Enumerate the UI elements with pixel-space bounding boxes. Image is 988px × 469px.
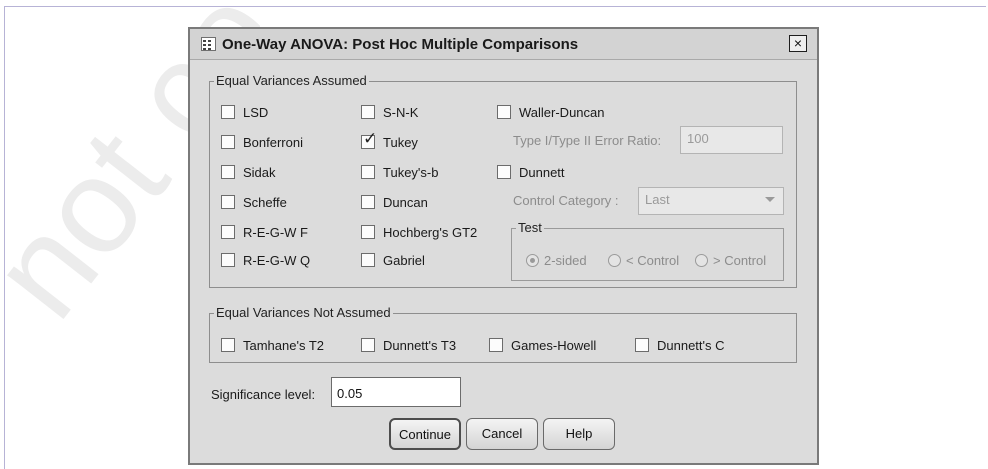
test-legend: Test [516,220,544,235]
checkbox-box[interactable] [361,253,375,267]
dunnetts-t3-checkbox[interactable]: Dunnett's T3 [361,338,481,354]
radio-label: < Control [626,253,680,268]
checkbox-box[interactable] [221,253,235,267]
checkbox-label: S-N-K [383,105,419,120]
significance-level-label: Significance level: [211,387,316,402]
checkbox-label: Tamhane's T2 [243,338,325,353]
radio-selected-dot [530,258,535,263]
regwq-checkbox[interactable]: R-E-G-W Q [221,253,331,269]
checkbox-label: Games-Howell [511,338,597,353]
checkbox-label: Waller-Duncan [519,105,605,120]
title-bar[interactable]: One-Way ANOVA: Post Hoc Multiple Compari… [190,29,817,60]
post-hoc-dialog: One-Way ANOVA: Post Hoc Multiple Compari… [188,27,819,465]
app-grid-icon [201,37,216,51]
checkbox-box[interactable] [635,338,649,352]
checkbox-box[interactable] [221,338,235,352]
checkbox-label: Duncan [383,195,428,210]
checkbox-label: Dunnett [519,165,565,180]
radio-button[interactable] [526,254,539,267]
checkbox-box[interactable] [221,195,235,209]
control-category-value: Last [645,192,670,207]
duncan-checkbox[interactable]: Duncan [361,195,491,211]
checkbox-label: Tukey's-b [383,165,439,180]
checkbox-box[interactable] [361,195,375,209]
checkbox-label: R-E-G-W F [243,225,308,240]
games-howell-checkbox[interactable]: Games-Howell [489,338,619,354]
close-button[interactable]: × [789,35,807,52]
radio-two-sided[interactable]: 2-sided [526,253,587,268]
dunnetts-c-checkbox[interactable]: Dunnett's C [635,338,755,354]
radio-button[interactable] [695,254,708,267]
checkbox-label: R-E-G-W Q [243,253,311,268]
checkbox-label: Scheffe [243,195,287,210]
cancel-button[interactable]: Cancel [466,418,538,450]
continue-button[interactable]: Continue [389,418,461,450]
significance-level-input[interactable]: 0.05 [331,377,461,407]
hochberg-gt2-checkbox[interactable]: Hochberg's GT2 [361,225,501,241]
checkbox-box[interactable] [221,135,235,149]
checkbox-label: Bonferroni [243,135,303,150]
gabriel-checkbox[interactable]: Gabriel [361,253,491,269]
checkmark-icon: ✓ [363,129,378,149]
sidak-checkbox[interactable]: Sidak [221,165,331,181]
checkbox-box[interactable] [361,105,375,119]
tukeys-b-checkbox[interactable]: Tukey's-b [361,165,491,181]
radio-less-than-control[interactable]: < Control [608,253,679,268]
error-ratio-field[interactable]: 100 [680,126,783,154]
checkbox-box[interactable] [361,165,375,179]
tamhanes-t2-checkbox[interactable]: Tamhane's T2 [221,338,351,354]
checkbox-label: Gabriel [383,253,425,268]
checkbox-box[interactable] [221,225,235,239]
checkbox-label: Dunnett's C [657,338,725,353]
checkbox-box[interactable] [361,225,375,239]
radio-label: > Control [713,253,767,268]
checkbox-label: Dunnett's T3 [383,338,457,353]
checkbox-label: Sidak [243,165,276,180]
dialog-title: One-Way ANOVA: Post Hoc Multiple Compari… [222,36,579,53]
checkbox-box[interactable] [221,165,235,179]
radio-button[interactable] [608,254,621,267]
control-category-label: Control Category : [513,193,619,208]
equal-variances-not-assumed-legend: Equal Variances Not Assumed [214,305,393,320]
checkbox-box[interactable] [497,165,511,179]
control-category-select[interactable]: Last [638,187,784,215]
regwf-checkbox[interactable]: R-E-G-W F [221,225,331,241]
dunnett-checkbox[interactable]: Dunnett [497,165,617,181]
checkbox-box[interactable] [361,338,375,352]
bonferroni-checkbox[interactable]: Bonferroni [221,135,331,151]
chevron-down-icon [765,197,775,202]
checkbox-label: Hochberg's GT2 [383,225,478,240]
error-ratio-label: Type I/Type II Error Ratio: [513,133,662,148]
waller-duncan-checkbox[interactable]: Waller-Duncan [497,105,637,121]
checkbox-box[interactable] [497,105,511,119]
checkbox-label: LSD [243,105,269,120]
help-button[interactable]: Help [543,418,615,450]
checkbox-box[interactable] [221,105,235,119]
checkbox-box[interactable]: ✓ [361,131,377,149]
checkbox-box[interactable] [489,338,503,352]
snk-checkbox[interactable]: S-N-K [361,105,491,121]
equal-variances-assumed-legend: Equal Variances Assumed [214,73,369,88]
checkbox-label: Tukey [383,135,418,150]
scheffe-checkbox[interactable]: Scheffe [221,195,331,211]
lsd-checkbox[interactable]: LSD [221,105,331,121]
tukey-checkbox[interactable]: ✓ Tukey [361,131,491,151]
radio-label: 2-sided [544,253,587,268]
radio-greater-than-control[interactable]: > Control [695,253,766,268]
